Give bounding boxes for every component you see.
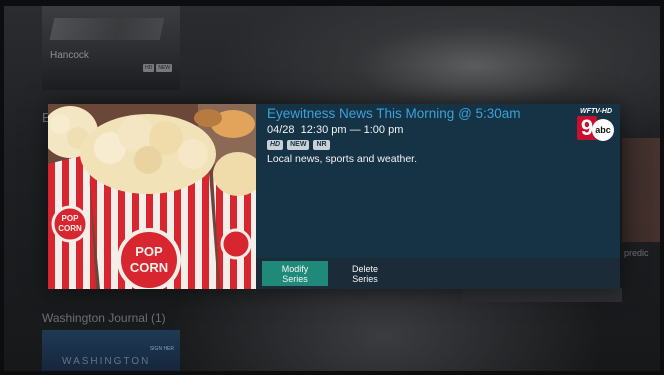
program-title: Eyewitness News This Morning @ 5:30am bbox=[267, 106, 521, 121]
badge-hd: HD bbox=[267, 140, 284, 150]
channel-callsign: WFTV-HD bbox=[580, 108, 613, 115]
tile-label: Hancock bbox=[50, 50, 89, 61]
program-airtime: 04/28 12:30 pm — 1:00 pm bbox=[267, 124, 403, 136]
background-tile-washington-journal[interactable]: SIGN HER WASHINGTON bbox=[42, 330, 180, 371]
modify-series-button[interactable]: Modify Series bbox=[262, 261, 328, 286]
program-badges: HD NEW NR bbox=[267, 140, 330, 150]
art-text: CORN bbox=[130, 260, 168, 275]
tile-watermark: WASHINGTON bbox=[62, 356, 151, 367]
section-title: Washington Journal (1) bbox=[42, 311, 166, 325]
program-details-dialog: POP CORN POP CORN Eyewitness News This M… bbox=[48, 104, 620, 289]
tile-tag: SIGN HER bbox=[149, 346, 174, 352]
tile-artwork bbox=[49, 18, 165, 40]
action-bar: Modify Series Delete Series bbox=[256, 258, 620, 289]
art-text: POP bbox=[62, 214, 80, 223]
channel-logo: WFTV-HD 9 abc bbox=[574, 108, 618, 141]
popcorn-artwork-icon: POP CORN POP CORN bbox=[48, 104, 256, 289]
network-logo-icon: abc bbox=[592, 119, 614, 141]
program-description: Local news, sports and weather. bbox=[267, 153, 418, 165]
background-right-tile[interactable] bbox=[622, 138, 660, 242]
program-date: 04/28 bbox=[267, 124, 295, 136]
badge-new: NEW bbox=[287, 140, 310, 150]
art-text: POP bbox=[135, 244, 163, 259]
tile-badge-hd: HD bbox=[143, 64, 155, 72]
badge-rating: NR bbox=[313, 140, 330, 150]
background-right-peek: predic bbox=[624, 248, 649, 258]
tile-badge-new: NEW bbox=[156, 64, 172, 72]
program-artwork: POP CORN POP CORN bbox=[48, 104, 256, 289]
tile-badges: HD NEW bbox=[143, 64, 172, 72]
background-progress-bar bbox=[462, 288, 622, 302]
background-tile-hancock[interactable]: Hancock HD NEW bbox=[42, 6, 180, 90]
program-time-range: 12:30 pm — 1:00 pm bbox=[300, 124, 404, 136]
art-text: CORN bbox=[58, 224, 82, 233]
program-info-panel: Eyewitness News This Morning @ 5:30am 04… bbox=[256, 104, 620, 258]
delete-series-button[interactable]: Delete Series bbox=[332, 261, 398, 286]
